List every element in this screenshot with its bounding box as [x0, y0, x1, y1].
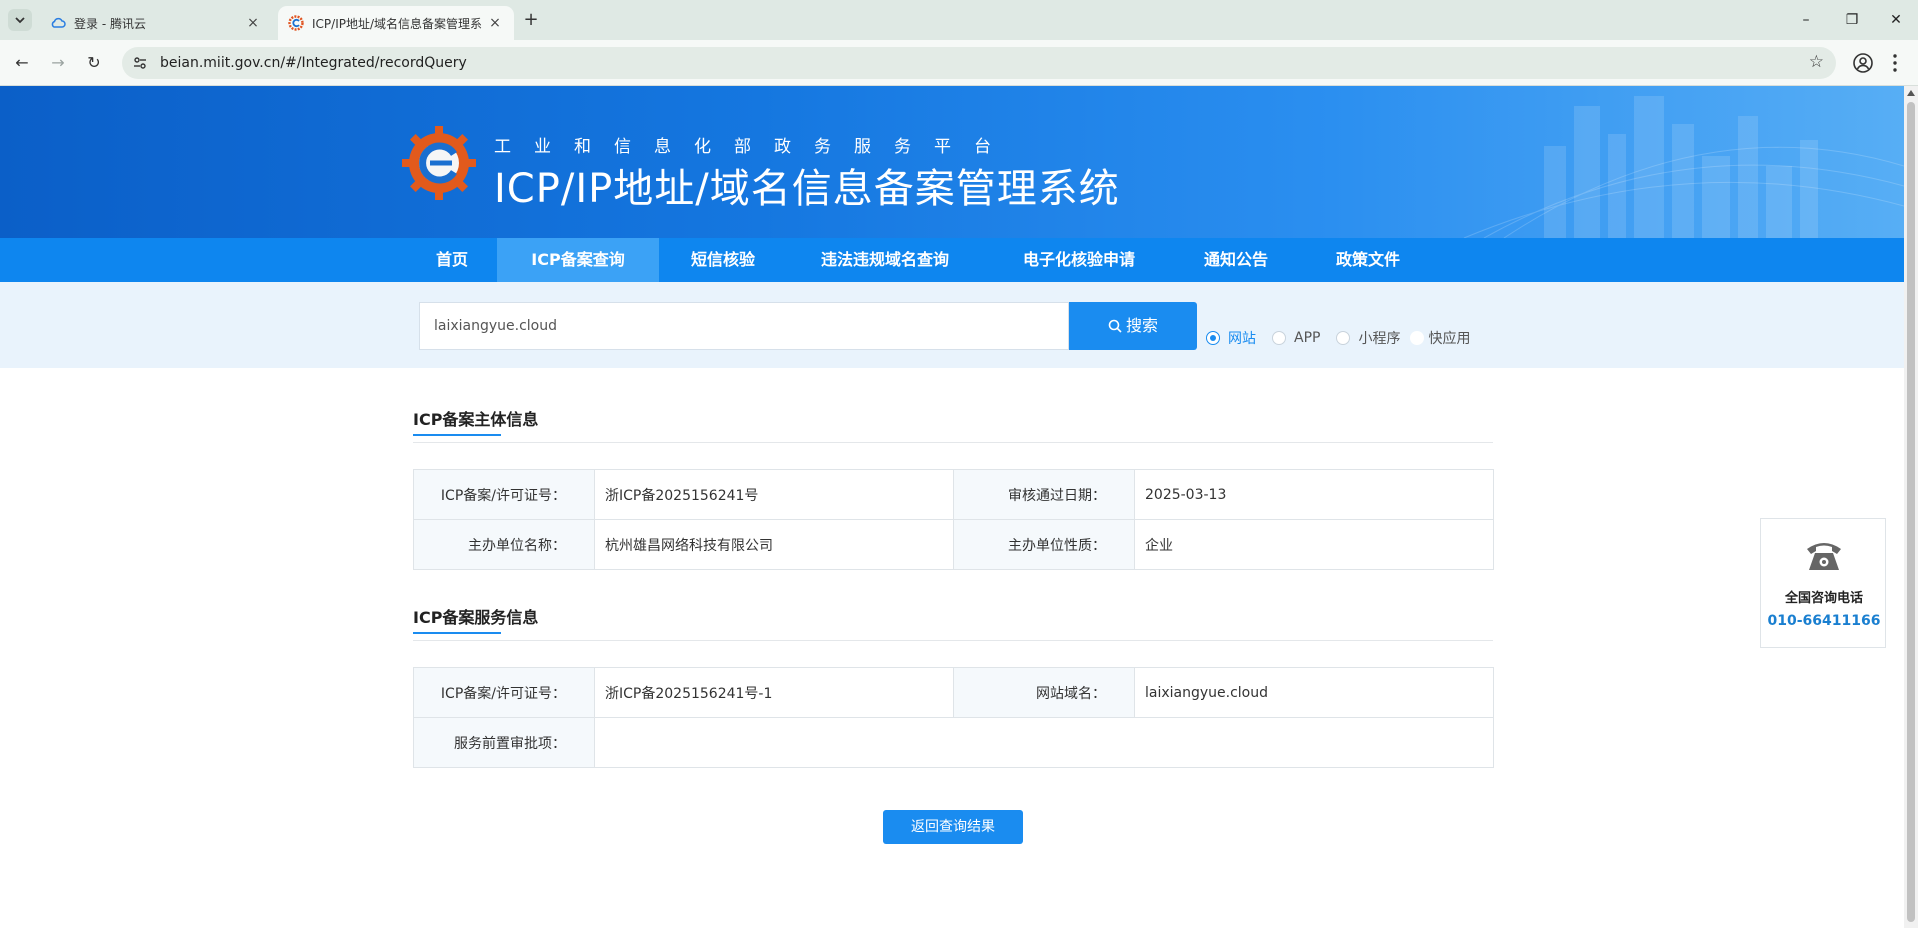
- scroll-up-arrow-icon[interactable]: [1907, 90, 1915, 96]
- radio-label: 快应用: [1428, 331, 1471, 347]
- section-underline: [413, 434, 501, 436]
- service-info-table: ICP备案/许可证号： 浙ICP备2025156241号-1 网站域名： lai…: [413, 667, 1494, 768]
- section-title-text: ICP备案主体信息: [413, 410, 539, 429]
- contact-phone[interactable]: 010-66411166: [1761, 613, 1887, 629]
- banner-subtitle: 工业和信息化部政务服务平台: [494, 137, 1014, 157]
- radio-quick-app[interactable]: 快应用: [1410, 328, 1470, 348]
- bookmark-star-icon[interactable]: ☆: [1809, 52, 1824, 72]
- cloud-icon: [51, 17, 66, 28]
- field-label: 服务前置审批项：: [413, 717, 595, 768]
- back-button[interactable]: ←: [10, 51, 34, 75]
- reload-button[interactable]: ↻: [82, 51, 106, 75]
- radio-mini-program[interactable]: 小程序: [1336, 328, 1400, 348]
- consult-phone-widget[interactable]: 全国咨询电话 010-66411166: [1760, 518, 1886, 648]
- radio-dot[interactable]: [1410, 331, 1425, 345]
- field-label: ICP备案/许可证号：: [413, 469, 595, 520]
- search-button[interactable]: 搜索: [1069, 302, 1197, 350]
- tab-search-button[interactable]: [8, 9, 32, 31]
- site-banner: 工业和信息化部政务服务平台 ICP/IP地址/域名信息备案管理系统: [0, 86, 1904, 238]
- radio-website[interactable]: 网站: [1206, 328, 1256, 348]
- radio-label: 网站: [1228, 331, 1256, 347]
- profile-icon[interactable]: [1852, 52, 1874, 74]
- search-type-radio-group: 网站 APP 小程序 快应用: [1206, 328, 1486, 348]
- tab-title: 登录 - 腾讯云: [74, 16, 146, 31]
- more-menu-icon[interactable]: [1890, 52, 1900, 74]
- table-row: ICP备案/许可证号： 浙ICP备2025156241号-1 网站域名： lai…: [413, 667, 1494, 718]
- search-icon: [1108, 319, 1122, 333]
- section-title-text: ICP备案服务信息: [413, 608, 539, 627]
- field-value: 企业: [1134, 519, 1494, 570]
- banner-title: ICP/IP地址/域名信息备案管理系统: [494, 166, 1120, 212]
- phone-icon: [1807, 543, 1841, 570]
- section-title-service: ICP备案服务信息: [413, 604, 539, 634]
- search-band: laixiangyue.cloud 搜索 网站 APP 小程序 快应用: [0, 282, 1904, 368]
- section-title-subject: ICP备案主体信息: [413, 406, 539, 436]
- tab-title: ICP/IP地址/域名信息备案管理系: [312, 16, 483, 31]
- nav-home[interactable]: 首页: [408, 238, 496, 282]
- search-button-label: 搜索: [1125, 316, 1158, 335]
- browser-toolbar: ← → ↻ beian.miit.gov.cn/#/Integrated/rec…: [0, 40, 1918, 86]
- tab-icp-beian[interactable]: ICP/IP地址/域名信息备案管理系 ×: [278, 6, 514, 40]
- main-nav: 首页 ICP备案查询 短信核验 违法违规域名查询 电子化核验申请 通知公告 政策…: [0, 238, 1904, 282]
- close-icon[interactable]: ×: [244, 15, 262, 31]
- restore-button[interactable]: ❐: [1832, 8, 1872, 32]
- subject-info-table: ICP备案/许可证号： 浙ICP备2025156241号 审核通过日期： 202…: [413, 469, 1494, 570]
- miit-logo-icon: [402, 126, 476, 200]
- field-label: 审核通过日期：: [953, 469, 1135, 520]
- nav-sms-verify[interactable]: 短信核验: [667, 238, 779, 282]
- scroll-thumb[interactable]: [1907, 102, 1915, 922]
- field-value: 杭州雄昌网络科技有限公司: [594, 519, 954, 570]
- page-scrollbar[interactable]: [1904, 86, 1918, 928]
- browser-tab-bar: 登录 - 腾讯云 × ICP/IP地址/域名信息备案管理系 × + – ❐ ✕: [0, 0, 1918, 40]
- table-row: 服务前置审批项：: [413, 717, 1494, 768]
- field-value: 2025-03-13: [1134, 469, 1494, 520]
- radio-app[interactable]: APP: [1272, 330, 1320, 346]
- forward-button[interactable]: →: [46, 51, 70, 75]
- field-value: 浙ICP备2025156241号: [594, 469, 954, 520]
- nav-icp-query[interactable]: ICP备案查询: [497, 238, 659, 282]
- radio-dot[interactable]: [1272, 331, 1286, 345]
- address-bar[interactable]: beian.miit.gov.cn/#/Integrated/recordQue…: [122, 47, 1836, 79]
- field-value: [594, 717, 1494, 768]
- page-content: 工业和信息化部政务服务平台 ICP/IP地址/域名信息备案管理系统 首页 ICP…: [0, 86, 1904, 928]
- field-label: 主办单位性质：: [953, 519, 1135, 570]
- new-tab-button[interactable]: +: [520, 9, 542, 31]
- table-row: ICP备案/许可证号： 浙ICP备2025156241号 审核通过日期： 202…: [413, 469, 1494, 520]
- city-skyline-decoration: [1463, 96, 1904, 238]
- search-input[interactable]: laixiangyue.cloud: [419, 302, 1069, 350]
- site-info-icon[interactable]: [130, 53, 150, 73]
- chevron-down-icon: [15, 17, 25, 24]
- miit-gear-icon: [288, 15, 304, 31]
- nav-policy-docs[interactable]: 政策文件: [1318, 238, 1418, 282]
- table-row: 主办单位名称： 杭州雄昌网络科技有限公司 主办单位性质： 企业: [413, 519, 1494, 570]
- section-underline: [413, 632, 501, 634]
- url-text[interactable]: beian.miit.gov.cn/#/Integrated/recordQue…: [160, 55, 467, 71]
- nav-e-verify-apply[interactable]: 电子化核验申请: [1004, 238, 1154, 282]
- back-to-results-button[interactable]: 返回查询结果: [883, 810, 1023, 844]
- nav-notices[interactable]: 通知公告: [1186, 238, 1286, 282]
- radio-dot[interactable]: [1206, 331, 1220, 345]
- section-divider: [413, 640, 1493, 641]
- field-value: 浙ICP备2025156241号-1: [594, 667, 954, 718]
- field-label: 网站域名：: [953, 667, 1135, 718]
- radio-dot[interactable]: [1336, 331, 1351, 345]
- nav-illegal-domain-query[interactable]: 违法违规域名查询: [798, 238, 972, 282]
- field-label: ICP备案/许可证号：: [413, 667, 595, 718]
- tab-tencent-cloud-login[interactable]: 登录 - 腾讯云 ×: [40, 6, 272, 40]
- close-icon[interactable]: ×: [486, 15, 504, 31]
- field-value: laixiangyue.cloud: [1134, 667, 1494, 718]
- contact-label: 全国咨询电话: [1784, 591, 1863, 606]
- field-label: 主办单位名称：: [413, 519, 595, 570]
- radio-label: APP: [1294, 330, 1321, 346]
- radio-label: 小程序: [1358, 331, 1401, 347]
- minimize-button[interactable]: –: [1786, 8, 1826, 32]
- section-divider: [413, 442, 1493, 443]
- window-close-button[interactable]: ✕: [1876, 8, 1916, 32]
